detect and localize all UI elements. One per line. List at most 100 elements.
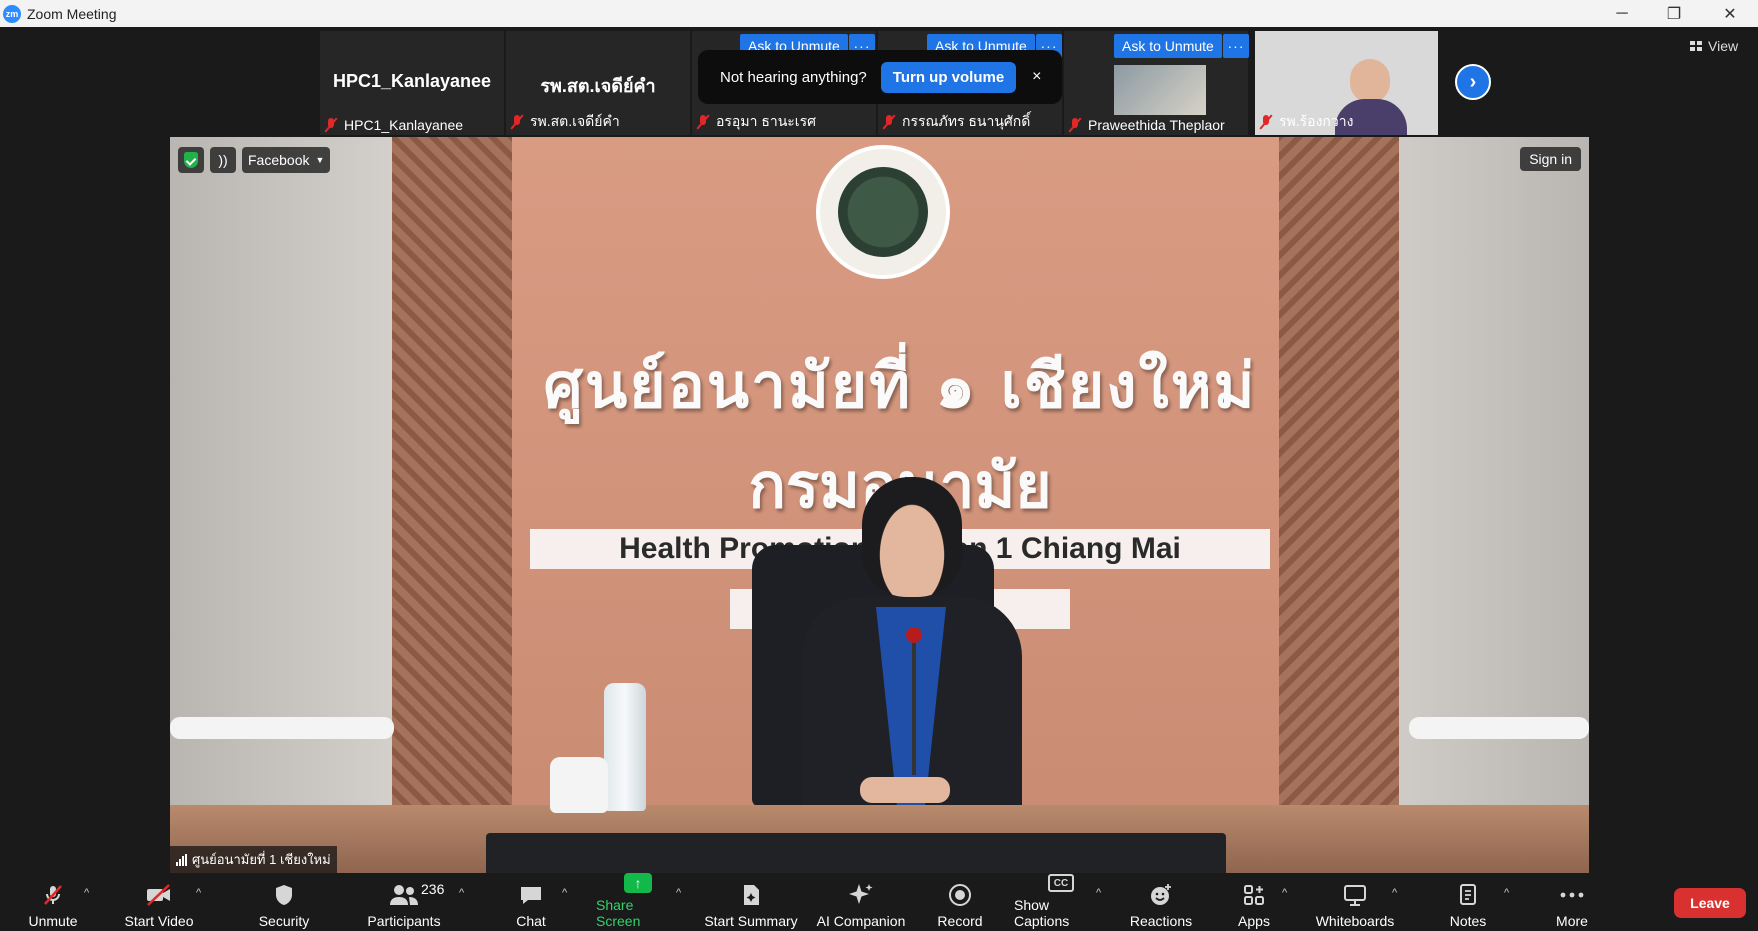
security-label: Security (258, 913, 310, 929)
show-captions-label: Show Captions (1014, 897, 1070, 929)
video-water-bottle (604, 683, 646, 811)
reactions-button[interactable]: Reactions (1128, 873, 1194, 931)
leave-button[interactable]: Leave (1674, 888, 1746, 918)
participant-name: Praweethida Theplaor (1088, 117, 1225, 133)
ask-to-unmute-button[interactable]: Ask to Unmute (1114, 34, 1222, 58)
participant-nametag: รพ.ร้องกวาง (1259, 111, 1353, 133)
notes-button[interactable]: Notes (1444, 873, 1492, 931)
tile-more-button[interactable]: ··· (1223, 34, 1249, 58)
title-bar: zm Zoom Meeting ─ ❐ ✕ (0, 0, 1758, 27)
video-wall-left (170, 137, 392, 873)
video-cup (550, 757, 608, 813)
next-page-arrow-icon[interactable]: › (1455, 64, 1491, 100)
audio-options-caret-icon[interactable]: ^ (84, 887, 89, 899)
sign-in-button[interactable]: Sign in (1520, 147, 1581, 171)
mic-muted-icon (324, 117, 338, 133)
share-screen-button[interactable]: ↑ Share Screen (596, 873, 680, 931)
record-button[interactable]: Record (932, 873, 988, 931)
chat-bubble-icon (519, 881, 543, 909)
participant-name: อรอุมา ธานะเรศ (716, 113, 817, 129)
zoom-logo-icon: zm (3, 4, 21, 23)
captions-cc-icon: CC (1048, 874, 1074, 892)
view-button[interactable]: View (1690, 38, 1738, 54)
speaker-name: ศูนย์อนามัยที่ 1 เชียงใหม่ (192, 852, 331, 867)
participant-nametag: รพ.สต.เจดีย์คำ (510, 111, 620, 133)
ministry-seal-logo (816, 145, 950, 279)
video-speaker-head (862, 477, 962, 597)
close-notice-icon[interactable]: × (1032, 68, 1041, 86)
participant-name: รพ.สต.เจดีย์คำ (530, 113, 620, 129)
audio-notice-popup: Not hearing anything? Turn up volume × (698, 50, 1062, 104)
video-camera-off-icon (145, 881, 173, 909)
captions-options-caret-icon[interactable]: ^ (1096, 887, 1101, 899)
livestream-dropdown[interactable]: Facebook ▼ (242, 147, 331, 173)
whiteboards-label: Whiteboards (1315, 913, 1395, 929)
start-summary-button[interactable]: Start Summary (702, 873, 800, 931)
video-microphone-head (906, 627, 922, 643)
participants-label: Participants (367, 913, 441, 929)
active-speaker-video[interactable]: ศูนย์อนามัยที่ ๑ เชียงใหม่ กรมอนามัย Hea… (170, 137, 1589, 873)
restore-icon[interactable]: ❐ (1648, 0, 1700, 27)
whiteboards-button[interactable]: Whiteboards (1312, 873, 1398, 931)
unmute-button[interactable]: Unmute (22, 873, 84, 931)
apps-options-caret-icon[interactable]: ^ (1282, 887, 1287, 899)
participant-count-badge: 236 (421, 881, 445, 897)
unmute-label: Unmute (28, 913, 78, 929)
record-icon (949, 884, 971, 906)
turn-up-volume-button[interactable]: Turn up volume (880, 61, 1017, 93)
start-video-button[interactable]: Start Video (118, 873, 200, 931)
whiteboard-icon (1342, 881, 1368, 909)
record-icon-wrap (949, 881, 971, 909)
mic-muted-icon (696, 114, 710, 130)
minimize-icon[interactable]: ─ (1596, 0, 1648, 27)
more-button[interactable]: More (1550, 873, 1594, 931)
notes-label: Notes (1449, 913, 1487, 929)
grid-view-icon (1690, 41, 1702, 51)
participant-tile[interactable]: รพ.สต.เจดีย์คำ รพ.สต.เจดีย์คำ (506, 31, 690, 135)
notes-options-caret-icon[interactable]: ^ (1504, 887, 1509, 899)
summary-document-icon (740, 881, 762, 909)
show-captions-button[interactable]: CC Show Captions (1014, 873, 1108, 931)
participant-name: HPC1_Kanlayanee (344, 117, 464, 133)
participant-name: รพ.ร้องกวาง (1279, 113, 1354, 129)
video-carved-panel-left (392, 137, 512, 873)
share-options-caret-icon[interactable]: ^ (676, 887, 681, 899)
participant-nametag: Praweethida Theplaor (1068, 117, 1225, 133)
mic-muted-icon (882, 114, 896, 130)
close-icon[interactable]: ✕ (1704, 0, 1756, 27)
participant-tile[interactable]: HPC1_Kanlayanee HPC1_Kanlayanee (320, 31, 504, 135)
ai-companion-button[interactable]: AI Companion (814, 873, 908, 931)
security-shield-icon (273, 881, 295, 909)
participants-options-caret-icon[interactable]: ^ (459, 887, 464, 899)
backdrop-heading: ศูนย์อนามัยที่ ๑ เชียงใหม่ (543, 349, 1257, 422)
video-options-caret-icon[interactable]: ^ (196, 887, 201, 899)
smiley-reaction-icon (1149, 881, 1173, 909)
security-button[interactable]: Security (253, 873, 315, 931)
participant-nametag: HPC1_Kanlayanee (324, 117, 463, 133)
participant-tile[interactable]: รพ.ร้องกวาง (1255, 31, 1438, 135)
video-microphone-stem (912, 635, 916, 775)
chat-button[interactable]: Chat (506, 873, 556, 931)
mic-muted-icon (510, 114, 524, 130)
chat-label: Chat (516, 913, 546, 929)
participant-display-name: รพ.สต.เจดีย์คำ (540, 76, 656, 96)
notes-icon (1457, 881, 1479, 909)
more-label: More (1556, 913, 1588, 929)
apps-button[interactable]: Apps (1234, 873, 1274, 931)
chat-options-caret-icon[interactable]: ^ (562, 887, 567, 899)
record-label: Record (937, 913, 983, 929)
video-carved-panel-right (1279, 137, 1399, 873)
whiteboards-options-caret-icon[interactable]: ^ (1392, 887, 1397, 899)
video-wall-right (1399, 137, 1589, 873)
live-stream-icon[interactable]: )) (210, 147, 236, 173)
participant-nametag: อรอุมา ธานะเรศ (696, 111, 816, 133)
share-screen-icon-wrap: ↑ (624, 873, 652, 893)
encryption-shield-icon[interactable] (178, 147, 204, 173)
video-speaker-hands (860, 777, 950, 803)
participant-video-face (1350, 59, 1390, 103)
view-label: View (1708, 38, 1739, 54)
mic-muted-icon (1259, 114, 1273, 130)
participant-display-name: HPC1_Kanlayanee (332, 71, 492, 91)
ai-companion-label: AI Companion (816, 913, 906, 929)
start-summary-label: Start Summary (704, 913, 798, 929)
